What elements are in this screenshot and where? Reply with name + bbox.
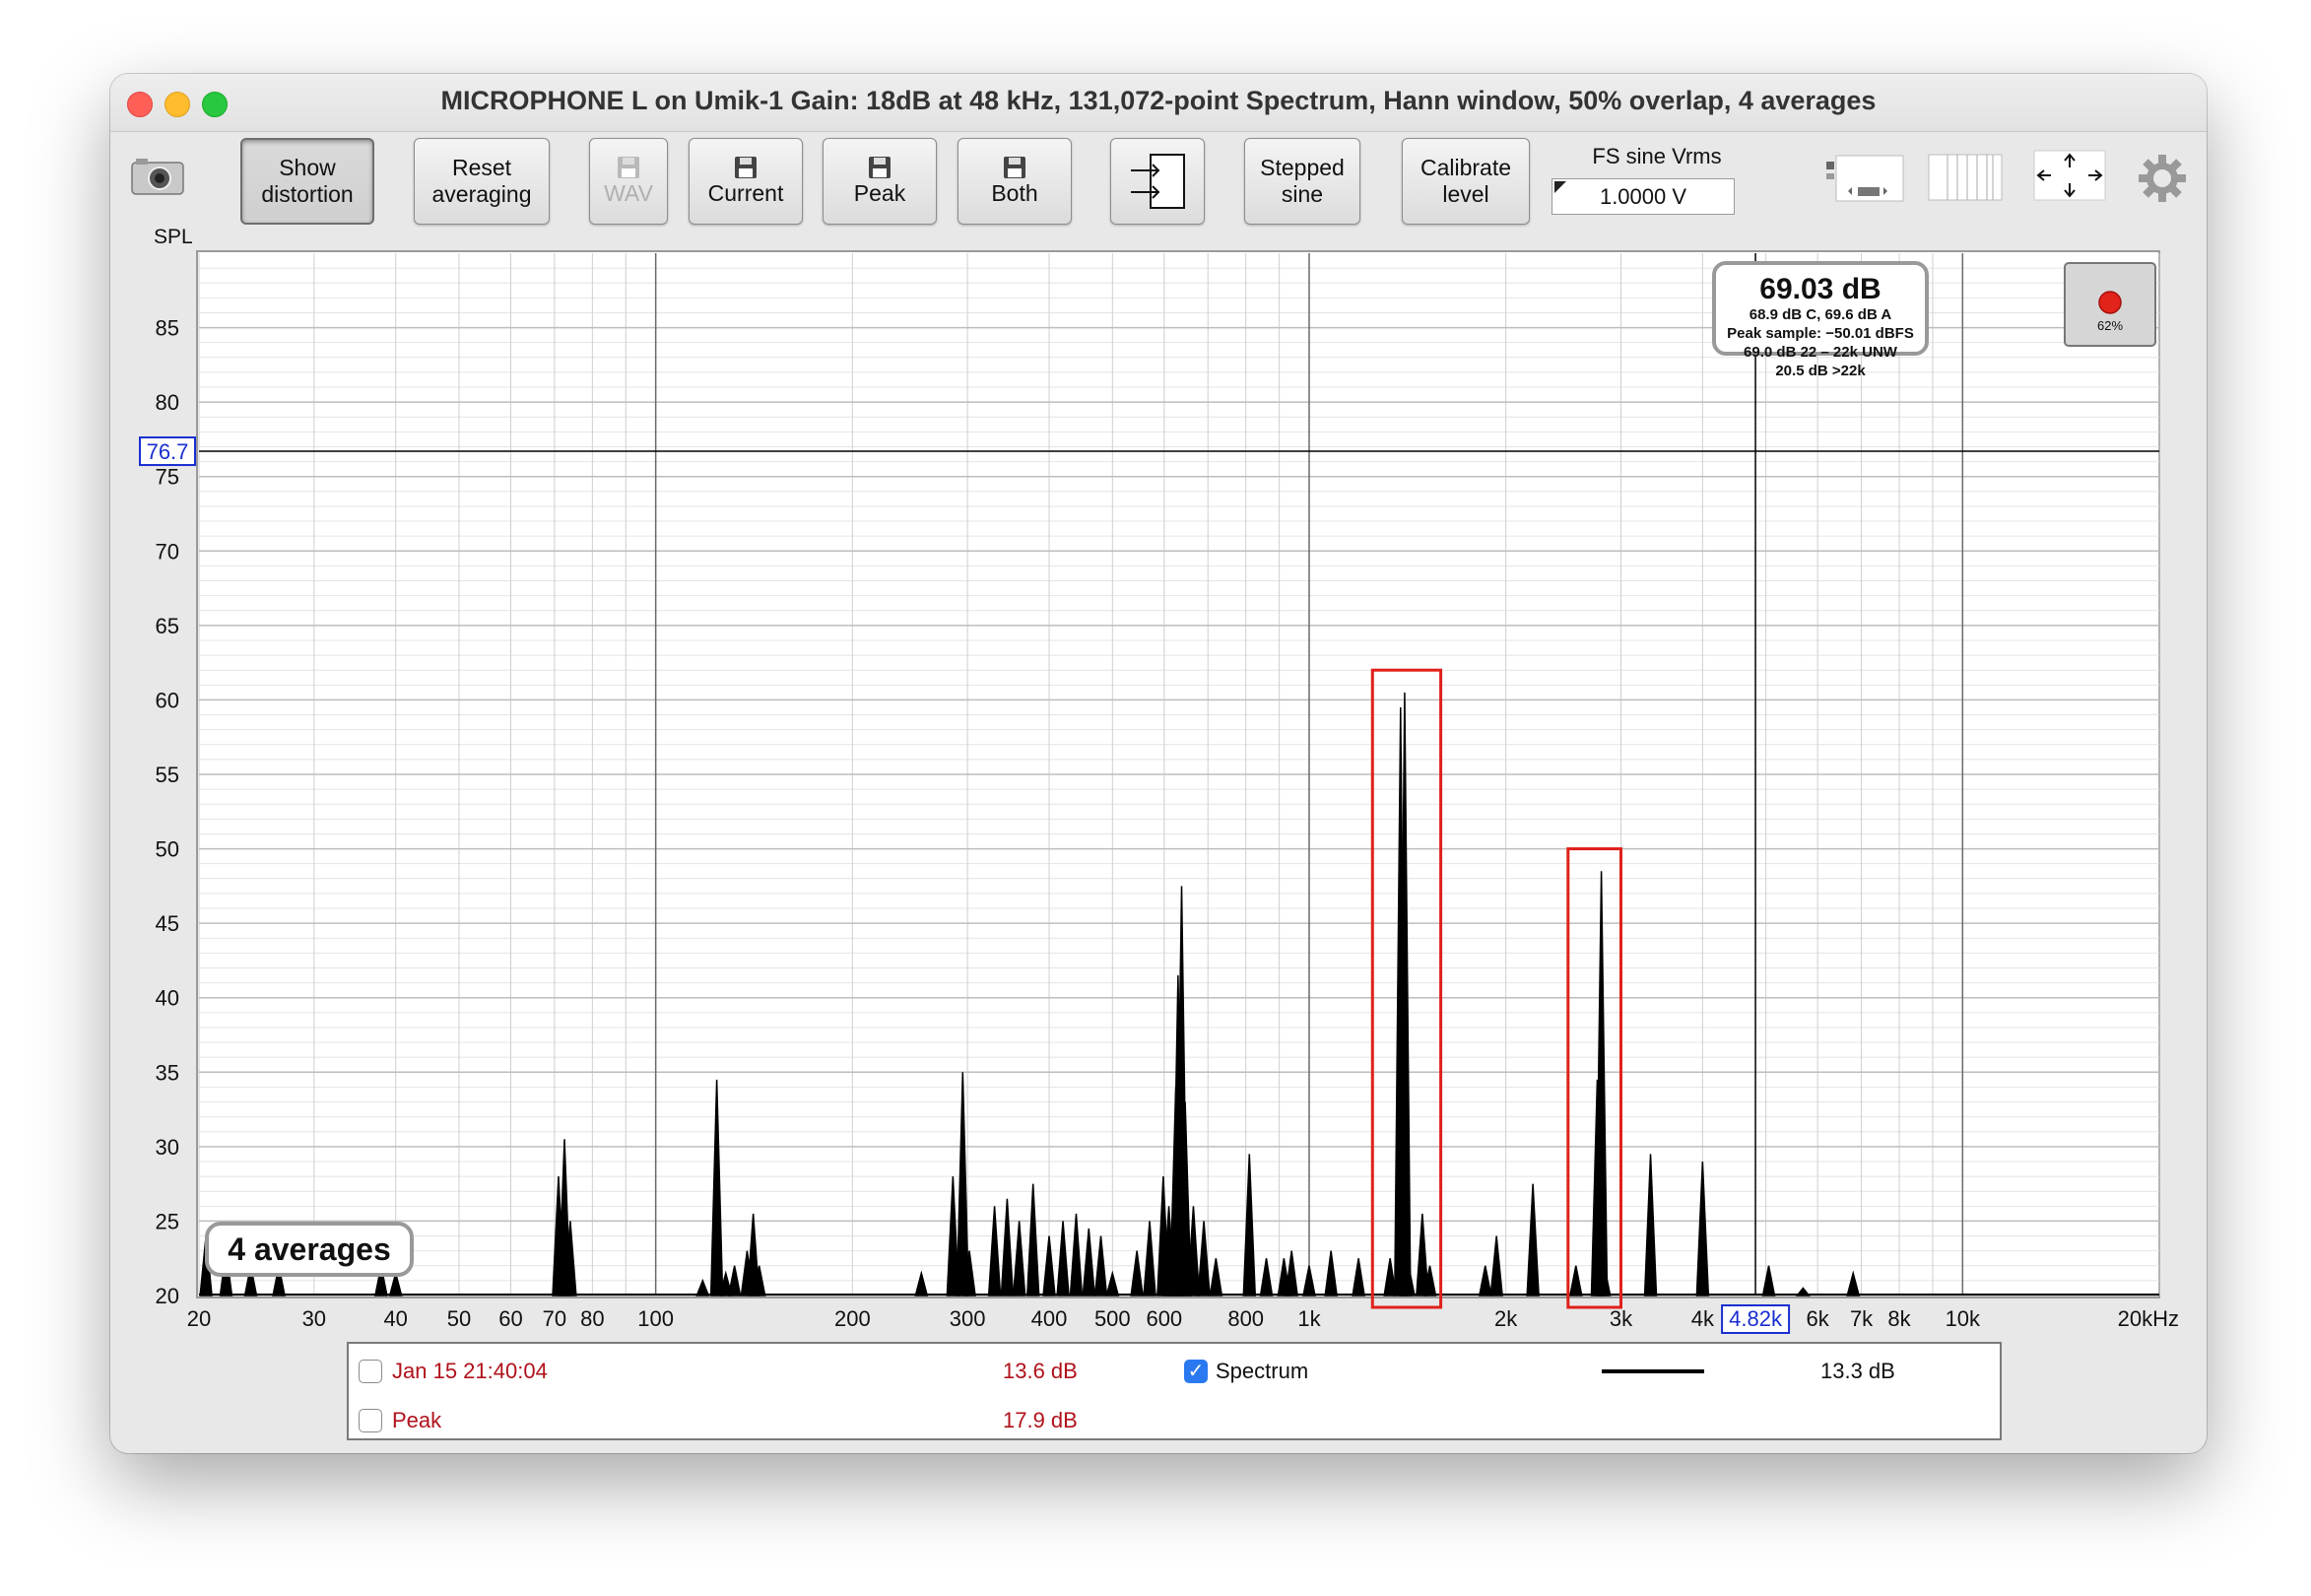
- readout-line-4: 20.5 dB >22k: [1775, 363, 1866, 379]
- readout-main: 69.03 dB: [1759, 273, 1881, 305]
- x-tick-label: 1k: [1297, 1306, 1321, 1331]
- x-tick-label: 4k: [1691, 1306, 1715, 1331]
- legend-row-1-name: Jan 15 21:40:04: [392, 1359, 548, 1383]
- y-tick-label: 70: [156, 539, 179, 564]
- y-tick-label: 60: [156, 688, 179, 712]
- x-tick-label: 200: [834, 1306, 871, 1331]
- x-tick-label: 50: [447, 1306, 471, 1331]
- x-tick-label: 10k: [1946, 1306, 1981, 1331]
- legend-row-1-checkbox[interactable]: [359, 1360, 382, 1383]
- x-tick-label: 400: [1031, 1306, 1068, 1331]
- legend-row-2-value: 17.9 dB: [1003, 1408, 1078, 1432]
- y-tick-label: 35: [156, 1060, 179, 1085]
- spectrum-plot[interactable]: 20 25 30 35 40 45 50 55 60 65 70 75 80 85 20 30 40 50 60 7…: [110, 74, 2207, 1453]
- record-button[interactable]: 62%: [2064, 262, 2156, 347]
- x-tick-label: 70: [543, 1306, 566, 1331]
- legend-panel: Jan 15 21:40:04 13.6 dB Peak 17.9 dB ✓ S…: [347, 1342, 2002, 1440]
- x-tick-label: 6k: [1807, 1306, 1830, 1331]
- record-led-icon: [2098, 291, 2122, 314]
- spectrum-checkbox[interactable]: ✓: [1184, 1360, 1208, 1383]
- readout-line-3: 69.0 dB 22 – 22k UNW: [1744, 344, 1898, 361]
- y-tick-label: 65: [156, 614, 179, 638]
- x-tick-label: 800: [1227, 1306, 1264, 1331]
- spectrum-legend-value: 13.3 dB: [1820, 1359, 1895, 1383]
- level-indicator: 62%: [2097, 318, 2123, 333]
- readout-line-2: Peak sample: −50.01 dBFS: [1727, 325, 1914, 342]
- y-tick-label: 40: [156, 986, 179, 1011]
- app-window: MICROPHONE L on Umik-1 Gain: 18dB at 48 …: [110, 74, 2207, 1453]
- x-tick-label: 30: [302, 1306, 326, 1331]
- x-tick-label: 80: [580, 1306, 604, 1331]
- averages-text: 4 averages: [228, 1231, 390, 1267]
- x-tick-label: 8k: [1887, 1306, 1911, 1331]
- y-tick-label: 75: [156, 465, 179, 490]
- y-tick-label: 45: [156, 911, 179, 936]
- x-tick-label: 60: [498, 1306, 522, 1331]
- cursor-x-value: 4.82k: [1729, 1306, 1783, 1331]
- x-tick-label: 7k: [1850, 1306, 1874, 1331]
- spectrum-legend-name: Spectrum: [1216, 1359, 1309, 1383]
- legend-row-1-value: 13.6 dB: [1003, 1359, 1078, 1383]
- x-tick-label: 20: [187, 1306, 211, 1331]
- y-tick-label: 80: [156, 390, 179, 415]
- x-tick-label: 2k: [1494, 1306, 1518, 1331]
- y-tick-label: 50: [156, 837, 179, 862]
- readout-line-1: 68.9 dB C, 69.6 dB A: [1750, 306, 1892, 323]
- x-tick-label: 3k: [1610, 1306, 1633, 1331]
- y-tick-label: 20: [156, 1284, 179, 1308]
- y-tick-label: 30: [156, 1135, 179, 1160]
- y-tick-label: 25: [156, 1209, 179, 1233]
- y-tick-label: 55: [156, 763, 179, 787]
- cursor-y-value: 76.7: [147, 439, 189, 464]
- x-tick-label: 20kHz: [2118, 1306, 2179, 1331]
- averages-badge: 4 averages: [205, 1222, 414, 1277]
- x-tick-label: 100: [637, 1306, 674, 1331]
- legend-row-2-name: Peak: [392, 1408, 442, 1432]
- x-tick-label: 40: [383, 1306, 407, 1331]
- x-tick-label: 600: [1146, 1306, 1182, 1331]
- spectrum-line-swatch: [1602, 1369, 1704, 1373]
- x-tick-label: 500: [1094, 1306, 1131, 1331]
- x-tick-labels: 20 30 40 50 60 70 80 100 200 300 400 500 600 800 1k 2k 3…: [187, 1306, 2179, 1331]
- x-tick-label: 300: [950, 1306, 986, 1331]
- y-tick-label: 85: [156, 316, 179, 341]
- legend-row-2-checkbox[interactable]: [359, 1409, 382, 1432]
